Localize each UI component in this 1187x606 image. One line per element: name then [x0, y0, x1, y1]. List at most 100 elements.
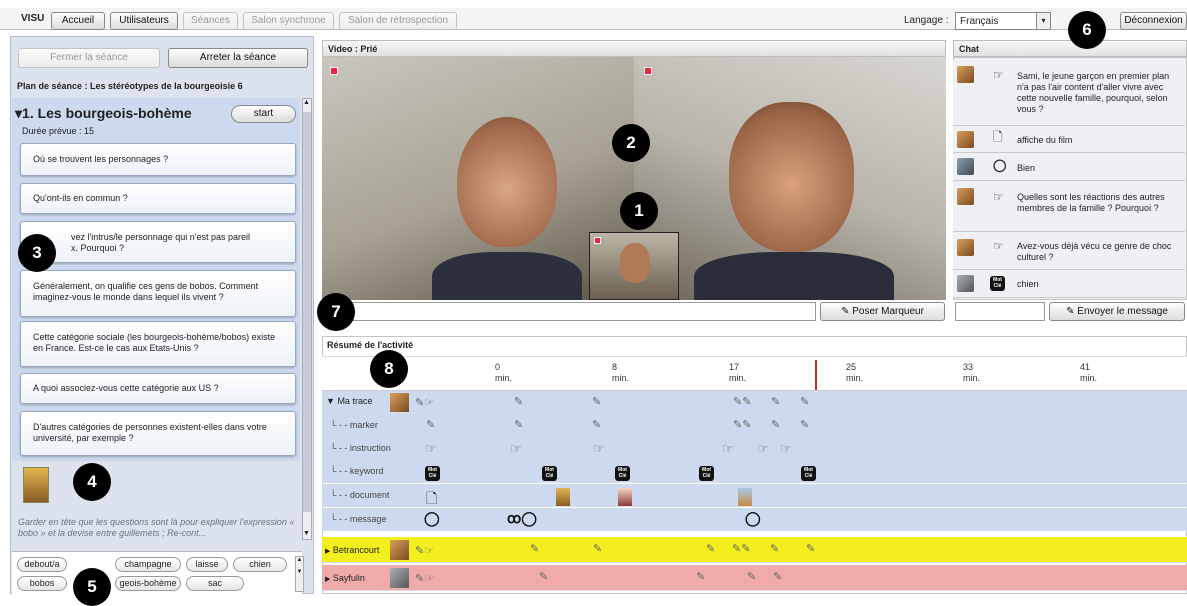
app-name: VISU [21, 13, 45, 24]
participant-shirt [694, 252, 894, 300]
tab-seances[interactable]: Séances [183, 12, 238, 30]
tag-bobos[interactable]: bobos [17, 576, 67, 591]
tick-17: 17 min. [729, 362, 747, 383]
keyword-icon: Mot Clé [425, 466, 440, 481]
marker-event[interactable]: ✎ [800, 418, 809, 431]
send-message-button[interactable]: ✎ Envoyer le message [1049, 302, 1185, 321]
close-session-button[interactable]: Fermer la séance [18, 48, 160, 68]
language-label: Langage : [904, 15, 949, 26]
expand-icon[interactable]: ▼ [326, 396, 335, 406]
record-indicator-icon[interactable] [644, 67, 652, 75]
tab-accueil[interactable]: Accueil [51, 12, 105, 30]
scroll-up-icon[interactable]: ▲ [303, 99, 310, 106]
participant-face [457, 117, 557, 247]
marker-event[interactable]: ✎ [806, 542, 815, 555]
tag-champagne[interactable]: champagne [115, 557, 181, 572]
instruction-event[interactable]: ☞ [510, 441, 522, 457]
stop-session-button[interactable]: Arreter la séance [168, 48, 308, 68]
marker-event[interactable]: ✎ [530, 542, 539, 555]
question-7[interactable]: D'autres catégories de personnes existen… [20, 411, 296, 456]
video-area [322, 57, 946, 300]
instruction-event[interactable]: ☞ [593, 441, 605, 457]
marker-event[interactable]: ✎ [747, 570, 756, 583]
video-participant-right [634, 57, 946, 300]
marker-event[interactable]: ✎ [771, 395, 780, 408]
tag-bourgeois-boheme[interactable]: geois-bohème [115, 576, 181, 591]
section-title[interactable]: ▾1. Les bourgeois-bohème [15, 105, 192, 122]
marker-event[interactable]: ✎ [592, 395, 601, 408]
row-label-betrancourt[interactable]: ▶ Betrancourt [325, 545, 379, 555]
keyword-event[interactable]: Mot Clé [615, 466, 630, 481]
document-event[interactable] [738, 488, 752, 506]
callout-3: 3 [18, 234, 56, 272]
marker-event[interactable]: ✎ [539, 570, 548, 583]
chat-input[interactable] [955, 302, 1045, 321]
summary-title: Résumé de l'activité [327, 340, 414, 350]
instruction-event[interactable]: ☞ [757, 441, 769, 457]
marker-event[interactable]: ✎ [706, 542, 715, 555]
record-indicator-icon[interactable] [594, 237, 601, 244]
question-2[interactable]: Qu'ont-ils en commun ? [20, 183, 296, 214]
marker-event[interactable]: ✎ [770, 542, 779, 555]
plan-scrollbar-thumb[interactable] [303, 112, 311, 512]
chat-message: 🗋 affiche du film [953, 127, 1185, 153]
expand-icon[interactable]: ▶ [325, 576, 330, 583]
chevron-down-icon: ▾ [1036, 13, 1050, 29]
row-label-ma-trace[interactable]: ▼ Ma trace [326, 396, 372, 406]
tag-laisse[interactable]: laisse [186, 557, 228, 572]
tab-salon-retrospection[interactable]: Salon de rétrospection [339, 12, 457, 30]
scroll-down-icon[interactable]: ▼ [303, 530, 310, 537]
tab-utilisateurs[interactable]: Utilisateurs [110, 12, 178, 30]
marker-event[interactable]: ✎ [773, 570, 782, 583]
keyword-event[interactable]: Mot Clé [699, 466, 714, 481]
instruction-event[interactable]: ☞ [722, 441, 734, 457]
tags-scrollbar[interactable]: ▲ ▼ [295, 556, 304, 592]
tag-debout[interactable]: debout/a [17, 557, 67, 572]
marker-input[interactable] [322, 302, 816, 321]
question-1[interactable]: Où se trouvent les personnages ? [20, 143, 296, 176]
question-4[interactable]: Généralement, on qualifie ces gens de bo… [20, 270, 296, 317]
timeline-row-ma-trace[interactable] [322, 391, 1187, 414]
pencil-icon: ✎ [1066, 306, 1075, 317]
message-event[interactable]: ꝏ◯ [507, 510, 537, 527]
marker-event[interactable]: ✎✎ [733, 418, 751, 431]
document-event[interactable] [556, 488, 570, 506]
keyword-event[interactable]: Mot Clé [801, 466, 816, 481]
question-6[interactable]: A quoi associez-vous cette catégorie aux… [20, 373, 296, 404]
tag-chien[interactable]: chien [233, 557, 287, 572]
marker-event[interactable]: ✎ [514, 418, 523, 431]
marker-event[interactable]: ✎ [800, 395, 809, 408]
tab-salon-synchrone[interactable]: Salon synchrone [243, 12, 334, 30]
marker-event[interactable]: ✎ [771, 418, 780, 431]
language-select[interactable]: Français ▾ [955, 12, 1051, 30]
set-marker-button[interactable]: ✎ Poser Marqueur [820, 302, 945, 321]
marker-event[interactable]: ✎✎ [732, 542, 750, 555]
marker-event[interactable]: ✎✎ [733, 395, 751, 408]
marker-event[interactable]: ✎ [514, 395, 523, 408]
document-event[interactable] [618, 488, 632, 506]
timeline-cursor[interactable] [815, 360, 817, 390]
marker-event[interactable]: ✎ [696, 570, 705, 583]
question-5[interactable]: Cette catégorie sociale (les bourgeois-b… [20, 321, 296, 367]
chat-message: Mot Clé chien [953, 271, 1185, 298]
logout-button[interactable]: Déconnexion [1120, 12, 1187, 30]
speech-bubble-icon: ◯ [993, 158, 1007, 172]
avatar [390, 540, 409, 560]
keyword-event[interactable]: Mot Clé [542, 466, 557, 481]
expand-icon[interactable]: ▶ [325, 548, 330, 555]
row-label-sayfulin[interactable]: ▶ Sayfulin [325, 573, 365, 583]
video-self-view[interactable] [589, 232, 679, 300]
instruction-event[interactable]: ☞ [780, 441, 792, 457]
marker-event[interactable]: ✎ [592, 418, 601, 431]
start-button[interactable]: start [231, 105, 296, 123]
row-label-marker: └ - - marker [330, 420, 378, 430]
participant-face [729, 102, 854, 252]
message-event[interactable]: ◯ [745, 510, 761, 527]
question-3[interactable]: vez l'intrus/le personnage qui n'est pas… [20, 221, 296, 263]
record-indicator-icon[interactable] [330, 67, 338, 75]
document-thumbnail[interactable] [23, 467, 49, 503]
hand-pointer-icon: ☞ [993, 190, 1004, 204]
marker-event[interactable]: ✎ [593, 542, 602, 555]
timeline-row-betrancourt[interactable] [322, 537, 1187, 563]
tag-sac[interactable]: sac [186, 576, 244, 591]
